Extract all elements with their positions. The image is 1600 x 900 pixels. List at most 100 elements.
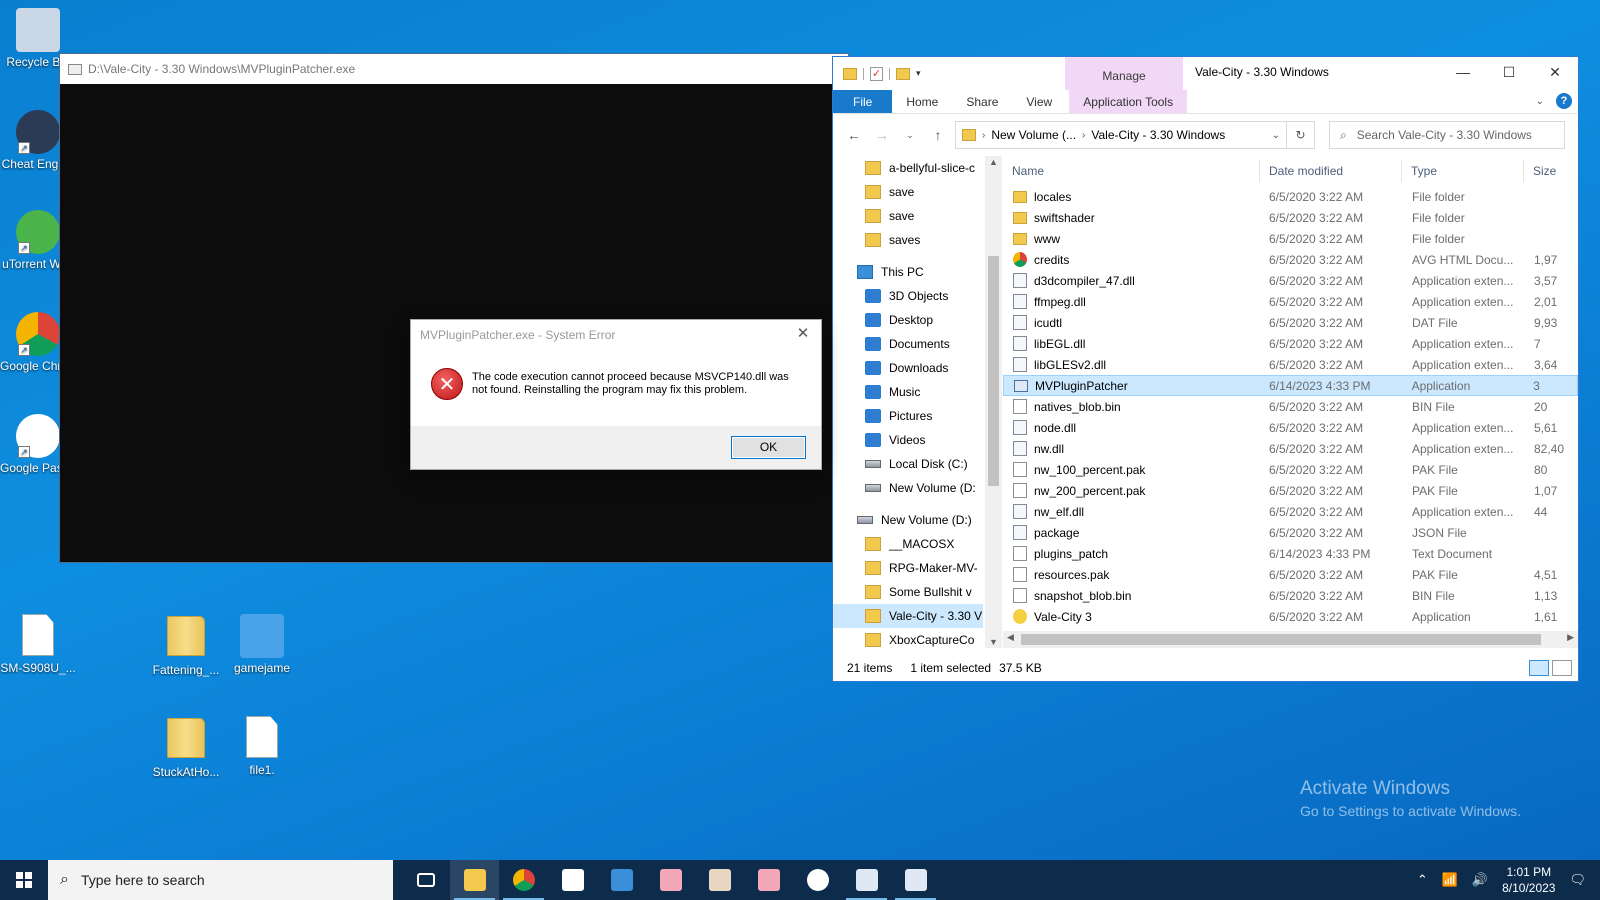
back-button[interactable]: ← <box>843 127 865 143</box>
scroll-down-arrow[interactable]: ▼ <box>985 637 1002 647</box>
taskbar-app-unity[interactable] <box>548 860 597 900</box>
desktop-icon[interactable]: StuckAtHo... <box>148 716 224 779</box>
nav-item[interactable]: Some Bullshit v <box>833 580 983 604</box>
nav-item[interactable]: Documents <box>833 332 983 356</box>
nav-item[interactable]: 3D Objects <box>833 284 983 308</box>
taskbar-app-file-explorer[interactable] <box>450 860 499 900</box>
search-box[interactable]: ⌕ Search Vale-City - 3.30 Windows <box>1329 121 1565 149</box>
file-row[interactable]: natives_blob.bin 6/5/2020 3:22 AM BIN File… <box>1003 396 1578 417</box>
help-icon[interactable]: ? <box>1556 93 1572 109</box>
file-row[interactable]: www 6/5/2020 3:22 AM File folder <box>1003 228 1578 249</box>
large-icons-view-button[interactable] <box>1552 660 1572 676</box>
desktop-icon[interactable]: Fattening_... <box>148 614 224 677</box>
console-titlebar[interactable]: D:\Vale-City - 3.30 Windows\MVPluginPatc… <box>60 54 848 84</box>
nav-item[interactable]: Local Disk (C:) <box>833 452 983 476</box>
file-row[interactable]: Vale-City 3 6/5/2020 3:22 AM Application 1,… <box>1003 606 1578 627</box>
scroll-left-arrow[interactable]: ◀ <box>1007 632 1014 643</box>
file-row[interactable]: libGLESv2.dll 6/5/2020 3:22 AM Application… <box>1003 354 1578 375</box>
column-size[interactable]: Size <box>1524 160 1578 182</box>
tab-file[interactable]: File <box>833 90 893 113</box>
scroll-thumb[interactable] <box>1021 634 1541 645</box>
breadcrumb-segment[interactable]: Vale-City - 3.30 Windows <box>1091 128 1225 142</box>
explorer-titlebar[interactable]: ✓ ▾ Manage Vale-City - 3.30 Windows — ☐ … <box>833 57 1578 90</box>
nav-scrollbar[interactable]: ▲ ▼ <box>985 156 1002 648</box>
up-button[interactable]: ↑ <box>927 127 949 143</box>
nav-item[interactable]: Vale-City - 3.30 V <box>833 604 983 628</box>
chevron-up-icon[interactable]: ⌃ <box>1417 872 1428 888</box>
minimize-button[interactable]: — <box>1440 57 1486 88</box>
tab-view[interactable]: View <box>1012 90 1066 113</box>
nav-item[interactable]: Pictures <box>833 404 983 428</box>
file-row[interactable]: nw_200_percent.pak 6/5/2020 3:22 AM PAK Fi… <box>1003 480 1578 501</box>
chevron-down-icon[interactable]: ⌄ <box>1272 130 1280 141</box>
navigation-pane[interactable]: a-bellyful-slice-c save save saves This PC 3D… <box>833 156 983 648</box>
column-type[interactable]: Type <box>1402 160 1524 182</box>
desktop-icon[interactable]: file1. <box>224 716 300 777</box>
new-folder-icon[interactable] <box>896 67 910 80</box>
file-row[interactable]: d3dcompiler_47.dll 6/5/2020 3:22 AM Applic… <box>1003 270 1578 291</box>
column-date-modified[interactable]: Date modified <box>1260 160 1402 182</box>
scroll-right-arrow[interactable]: ▶ <box>1567 632 1574 643</box>
scroll-thumb[interactable] <box>988 256 999 486</box>
file-row[interactable]: libEGL.dll 6/5/2020 3:22 AM Application ex… <box>1003 333 1578 354</box>
expand-ribbon-icon[interactable]: ⌄ <box>1536 96 1544 107</box>
console-window[interactable]: D:\Vale-City - 3.30 Windows\MVPluginPatc… <box>59 53 849 563</box>
file-row[interactable]: resources.pak 6/5/2020 3:22 AM PAK File 4,5… <box>1003 564 1578 585</box>
start-button[interactable] <box>0 860 48 900</box>
taskbar-app-game-c[interactable] <box>744 860 793 900</box>
system-error-dialog[interactable]: MVPluginPatcher.exe - System Error ✕ ✕ T… <box>410 319 822 470</box>
ok-button[interactable]: OK <box>731 436 806 459</box>
taskbar-app-game-a[interactable] <box>646 860 695 900</box>
dialog-titlebar[interactable]: MVPluginPatcher.exe - System Error ✕ <box>411 320 821 350</box>
tab-home[interactable]: Home <box>892 90 952 113</box>
taskbar-app-passwords[interactable] <box>793 860 842 900</box>
tab-share[interactable]: Share <box>952 90 1012 113</box>
clock[interactable]: 1:01 PM 8/10/2023 <box>1502 864 1555 896</box>
file-row[interactable]: credits 6/5/2020 3:22 AM AVG HTML Docu... 1… <box>1003 249 1578 270</box>
file-row[interactable]: nw.dll 6/5/2020 3:22 AM Application exten.… <box>1003 438 1578 459</box>
customize-toolbar-icon[interactable]: ▾ <box>916 68 921 79</box>
nav-item[interactable]: Music <box>833 380 983 404</box>
taskbar-app-game-b[interactable] <box>695 860 744 900</box>
properties-icon[interactable]: ✓ <box>870 66 883 81</box>
desktop-icon[interactable]: gamejame <box>224 614 300 675</box>
search-input[interactable]: Search Vale-City - 3.30 Windows <box>1357 128 1532 142</box>
taskbar-app-patcher-window[interactable] <box>891 860 940 900</box>
file-row[interactable]: nw_100_percent.pak 6/5/2020 3:22 AM PAK Fi… <box>1003 459 1578 480</box>
nav-item[interactable]: __MACOSX <box>833 532 983 556</box>
file-row[interactable]: locales 6/5/2020 3:22 AM File folder <box>1003 186 1578 207</box>
nav-item[interactable]: a-bellyful-slice-c <box>833 156 983 180</box>
breadcrumb-segment[interactable]: New Volume (... <box>991 128 1076 142</box>
chevron-right-icon[interactable]: › <box>1082 130 1085 141</box>
file-row[interactable]: MVPluginPatcher 6/14/2023 4:33 PM Applicat… <box>1003 375 1578 396</box>
volume-icon[interactable]: 🔊 <box>1472 872 1488 888</box>
taskbar-search[interactable]: ⌕ Type here to search <box>48 860 393 900</box>
taskbar-search-input[interactable]: Type here to search <box>81 872 205 888</box>
chevron-right-icon[interactable]: › <box>982 130 985 141</box>
network-icon[interactable]: 📶 <box>1442 872 1458 888</box>
address-bar[interactable]: › New Volume (... › Vale-City - 3.30 Win… <box>955 121 1315 149</box>
nav-item[interactable]: XboxCaptureCo <box>833 628 983 648</box>
file-row[interactable]: package 6/5/2020 3:22 AM JSON File <box>1003 522 1578 543</box>
tab-application-tools[interactable]: Application Tools <box>1069 90 1188 113</box>
notifications-icon[interactable]: 🗨 <box>1569 872 1586 888</box>
close-icon[interactable]: ✕ <box>795 326 811 342</box>
close-button[interactable]: ✕ <box>1532 57 1578 88</box>
horizontal-scrollbar[interactable]: ◀ ▶ <box>1003 631 1578 648</box>
file-row[interactable]: nw_elf.dll 6/5/2020 3:22 AM Application ex… <box>1003 501 1578 522</box>
details-view-button[interactable] <box>1529 660 1549 676</box>
nav-item[interactable]: Downloads <box>833 356 983 380</box>
nav-item[interactable]: This PC <box>833 260 983 284</box>
file-row[interactable]: snapshot_blob.bin 6/5/2020 3:22 AM BIN Fil… <box>1003 585 1578 606</box>
taskbar-app-chrome[interactable] <box>499 860 548 900</box>
file-list[interactable]: ⌃ Name Date modified Type Size locales 6/… <box>1003 156 1578 648</box>
maximize-button[interactable]: ☐ <box>1486 57 1532 88</box>
nav-item[interactable]: RPG-Maker-MV- <box>833 556 983 580</box>
nav-item[interactable]: Desktop <box>833 308 983 332</box>
taskbar-app-console-window[interactable] <box>842 860 891 900</box>
file-row[interactable]: plugins_patch 6/14/2023 4:33 PM Text Docum… <box>1003 543 1578 564</box>
file-row[interactable]: node.dll 6/5/2020 3:22 AM Application exte… <box>1003 417 1578 438</box>
desktop-icon[interactable]: SM-S908U_... <box>0 614 76 675</box>
nav-item[interactable]: save <box>833 204 983 228</box>
refresh-button[interactable]: ↻ <box>1286 122 1314 148</box>
